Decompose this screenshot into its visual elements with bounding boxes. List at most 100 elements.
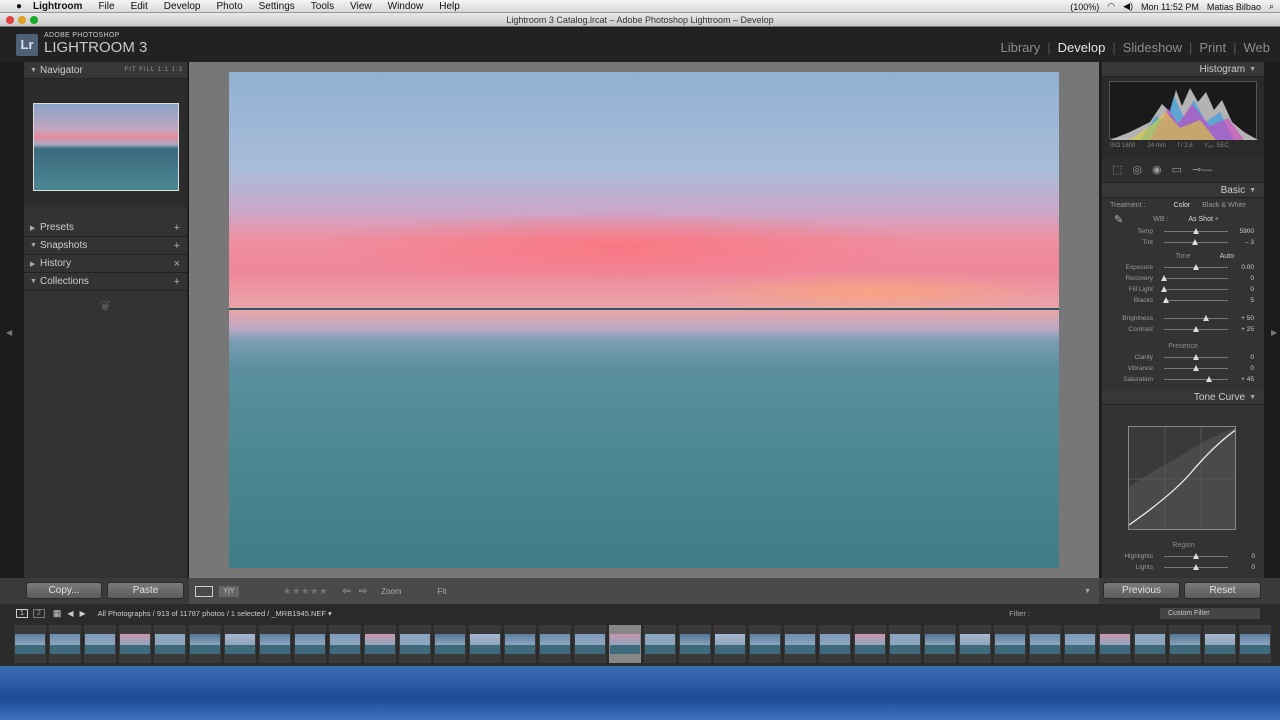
paste-button[interactable]: Paste bbox=[107, 582, 184, 599]
filmstrip-thumbnail[interactable] bbox=[189, 625, 221, 663]
filmstrip-thumbnail[interactable] bbox=[329, 625, 361, 663]
filmstrip-thumbnail[interactable] bbox=[714, 625, 746, 663]
zoom-window-button[interactable] bbox=[30, 16, 38, 24]
previous-button[interactable]: Previous bbox=[1103, 582, 1180, 599]
slider-knob[interactable] bbox=[1193, 326, 1199, 332]
slider-track[interactable] bbox=[1164, 278, 1228, 279]
slider-track[interactable] bbox=[1164, 379, 1228, 380]
menu-tools[interactable]: Tools bbox=[303, 1, 342, 12]
wb-dropdown[interactable]: As Shot ÷ bbox=[1188, 216, 1218, 223]
menu-help[interactable]: Help bbox=[431, 1, 468, 12]
filmstrip-thumbnail[interactable] bbox=[819, 625, 851, 663]
filmstrip-thumbnail[interactable] bbox=[994, 625, 1026, 663]
slider-knob[interactable] bbox=[1193, 354, 1199, 360]
slider-track[interactable] bbox=[1164, 318, 1228, 319]
filmstrip-thumbnail[interactable] bbox=[504, 625, 536, 663]
wifi-icon[interactable]: ◠ bbox=[1107, 1, 1115, 12]
wb-eyedropper-icon[interactable]: ✎ bbox=[1114, 213, 1123, 226]
menu-settings[interactable]: Settings bbox=[251, 1, 303, 12]
volume-icon[interactable]: ◀) bbox=[1123, 1, 1133, 12]
window-2-button[interactable]: 2 bbox=[32, 608, 45, 618]
slider-recovery[interactable]: Recovery 0 bbox=[1102, 273, 1264, 284]
slider-knob[interactable] bbox=[1191, 239, 1198, 245]
slider-fill-light[interactable]: Fill Light 0 bbox=[1102, 284, 1264, 295]
before-after-icon[interactable]: Y|Y bbox=[219, 585, 239, 597]
filmstrip-thumbnail[interactable] bbox=[1169, 625, 1201, 663]
filmstrip-thumbnail[interactable] bbox=[889, 625, 921, 663]
filmstrip-thumbnail[interactable] bbox=[154, 625, 186, 663]
slider-knob[interactable] bbox=[1193, 228, 1199, 234]
source-path[interactable]: All Photographs / 913 of 11787 photos / … bbox=[98, 609, 332, 618]
filmstrip-thumbnail[interactable] bbox=[294, 625, 326, 663]
histogram-header[interactable]: Histogram ▼ bbox=[1102, 62, 1264, 77]
menu-edit[interactable]: Edit bbox=[123, 1, 156, 12]
module-print[interactable]: Print bbox=[1199, 40, 1226, 55]
minimize-window-button[interactable] bbox=[18, 16, 26, 24]
tone-curve-header[interactable]: Tone Curve ▼ bbox=[1102, 390, 1264, 405]
slider-brightness[interactable]: Brightness + 50 bbox=[1102, 313, 1264, 324]
filmstrip-thumbnail[interactable] bbox=[749, 625, 781, 663]
slider-value[interactable]: 5900 bbox=[1240, 228, 1254, 235]
graduated-filter-icon[interactable]: ▭ bbox=[1172, 163, 1182, 176]
filmstrip-thumbnail[interactable] bbox=[1029, 625, 1061, 663]
slider-knob[interactable] bbox=[1193, 264, 1199, 270]
battery-status[interactable]: (100%) bbox=[1070, 2, 1099, 12]
grid-view-icon[interactable]: ▦ bbox=[53, 608, 62, 619]
slider-value[interactable]: 0 bbox=[1251, 564, 1255, 571]
filmstrip-thumbnail[interactable] bbox=[1239, 625, 1271, 663]
slider-knob[interactable] bbox=[1161, 275, 1167, 281]
treatment-bw-option[interactable]: Black & White bbox=[1202, 202, 1246, 209]
window-1-button[interactable]: 1 bbox=[16, 608, 28, 618]
slider-knob[interactable] bbox=[1205, 376, 1212, 382]
adjustment-brush-icon[interactable]: ⊸— bbox=[1192, 163, 1212, 176]
slider-value[interactable]: + 25 bbox=[1241, 326, 1254, 333]
navigator-zoom-options[interactable]: FIT FILL 1:1 1:3 bbox=[125, 67, 183, 73]
slider-value[interactable]: – 3 bbox=[1245, 239, 1254, 246]
histogram-graph[interactable] bbox=[1109, 81, 1258, 140]
filmstrip-thumbnail[interactable] bbox=[784, 625, 816, 663]
filmstrip-thumbnail[interactable] bbox=[679, 625, 711, 663]
filmstrip-thumbnail[interactable] bbox=[574, 625, 606, 663]
slider-clarity[interactable]: Clarity 0 bbox=[1102, 352, 1264, 363]
add-icon[interactable]: + bbox=[174, 240, 180, 252]
copy-button[interactable]: Copy... bbox=[26, 582, 102, 599]
slider-track[interactable] bbox=[1164, 289, 1228, 290]
filmstrip-thumbnail[interactable] bbox=[434, 625, 466, 663]
reset-button[interactable]: Reset bbox=[1184, 582, 1261, 599]
filmstrip-thumbnail[interactable] bbox=[924, 625, 956, 663]
menu-photo[interactable]: Photo bbox=[209, 1, 251, 12]
left-panel-toggle-icon[interactable]: ◀ bbox=[6, 328, 12, 337]
filmstrip-thumbnail[interactable] bbox=[84, 625, 116, 663]
slider-blacks[interactable]: Blacks 5 bbox=[1102, 295, 1264, 306]
filmstrip-thumbnail[interactable] bbox=[644, 625, 676, 663]
slider-value[interactable]: + 50 bbox=[1241, 315, 1254, 322]
menu-lightroom[interactable]: Lightroom bbox=[25, 1, 90, 12]
slider-knob[interactable] bbox=[1162, 297, 1169, 303]
add-icon[interactable]: + bbox=[174, 276, 180, 288]
back-arrow-icon[interactable]: ◀ bbox=[67, 609, 73, 618]
filmstrip-thumbnail[interactable] bbox=[1064, 625, 1096, 663]
slider-value[interactable]: 0 bbox=[1250, 365, 1254, 372]
treatment-color-option[interactable]: Color bbox=[1174, 202, 1191, 209]
slider-value[interactable]: 5 bbox=[1250, 297, 1254, 304]
slider-knob[interactable] bbox=[1193, 365, 1199, 371]
navigator-preview[interactable] bbox=[24, 79, 187, 207]
spot-removal-icon[interactable]: ◎ bbox=[1132, 163, 1142, 176]
slider-value[interactable]: 0 bbox=[1250, 286, 1254, 293]
main-photo[interactable] bbox=[229, 72, 1059, 568]
panel-presets[interactable]: ▶ Presets + bbox=[24, 219, 187, 237]
slider-tint[interactable]: Tint – 3 bbox=[1102, 237, 1264, 248]
image-canvas[interactable] bbox=[189, 62, 1099, 578]
slider-saturation[interactable]: Saturation + 45 bbox=[1102, 374, 1264, 385]
histogram-panel[interactable]: ISO 1600 24 mm f / 2.8 ¹⁄₁₆₀ SEC bbox=[1102, 77, 1264, 157]
slider-value[interactable]: 0 bbox=[1251, 553, 1255, 560]
filmstrip-thumbnail[interactable] bbox=[1204, 625, 1236, 663]
module-web[interactable]: Web bbox=[1244, 40, 1271, 55]
add-icon[interactable]: + bbox=[174, 222, 180, 234]
filmstrip-thumbnail[interactable] bbox=[14, 625, 46, 663]
slider-temp[interactable]: Temp 5900 bbox=[1102, 226, 1264, 237]
filmstrip-thumbnail[interactable] bbox=[259, 625, 291, 663]
filmstrip-thumbnail[interactable] bbox=[224, 625, 256, 663]
module-slideshow[interactable]: Slideshow bbox=[1123, 40, 1182, 55]
spotlight-icon[interactable]: ⌕ bbox=[1269, 1, 1274, 12]
